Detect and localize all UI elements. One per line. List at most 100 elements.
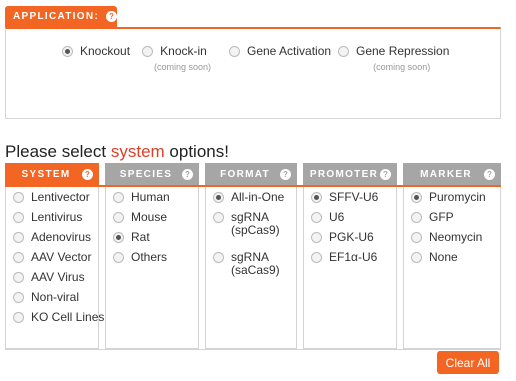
option-item[interactable]: KO Cell Lines — [13, 311, 104, 331]
option-label: Puromycin — [429, 190, 486, 204]
option-item[interactable]: Neomycin — [411, 231, 486, 251]
radio-button[interactable] — [13, 312, 24, 323]
option-label: PGK-U6 — [329, 230, 374, 244]
option-item[interactable]: None — [411, 251, 486, 271]
application-panel — [5, 27, 501, 119]
radio-button[interactable] — [311, 212, 322, 223]
tab-species[interactable]: SPECIES? — [105, 163, 199, 185]
option-item[interactable]: AAV Virus — [13, 271, 104, 291]
radio-button[interactable] — [411, 212, 422, 223]
help-icon[interactable]: ? — [484, 168, 495, 180]
option-label: All-in-One — [231, 190, 285, 204]
option-item[interactable]: Human — [113, 191, 170, 211]
help-icon[interactable]: ? — [280, 168, 291, 180]
help-icon[interactable]: ? — [182, 168, 193, 180]
option-label: Mouse — [131, 210, 168, 224]
radio-button[interactable] — [213, 192, 224, 203]
option-item[interactable]: PGK-U6 — [311, 231, 378, 251]
heading-prefix: Please select — [5, 142, 111, 161]
option-label: AAV Virus — [31, 270, 85, 284]
option-label: Lentivirus — [31, 210, 83, 224]
application-tab: APPLICATION: ? — [5, 6, 117, 27]
application-option[interactable]: Gene Activation — [229, 44, 331, 58]
option-item[interactable]: AAV Vector — [13, 251, 104, 271]
application-option[interactable]: Knock-in (coming soon) — [138, 44, 211, 72]
tab-format[interactable]: FORMAT? — [205, 163, 297, 185]
option-item[interactable]: sgRNA (saCas9) — [213, 251, 284, 291]
radio-button[interactable] — [311, 192, 322, 203]
tab-promoter[interactable]: PROMOTER? — [303, 163, 397, 185]
option-item[interactable]: Rat — [113, 231, 170, 251]
radio-button[interactable] — [311, 232, 322, 243]
option-item[interactable]: Lentivirus — [13, 211, 104, 231]
option-list: All-in-One sgRNA (spCas9) sgRNA (saCas9) — [213, 191, 284, 291]
option-item[interactable]: Non-viral — [13, 291, 104, 311]
option-list: Puromycin GFP Neomycin None — [411, 191, 486, 271]
clear-all-button[interactable]: Clear All — [437, 351, 499, 374]
option-label: Adenovirus — [31, 230, 92, 244]
option-item[interactable]: Lentivector — [13, 191, 104, 211]
option-label: sgRNA (saCas9) — [231, 250, 280, 277]
option-item[interactable]: Adenovirus — [13, 231, 104, 251]
help-icon[interactable]: ? — [82, 168, 93, 180]
radio-button[interactable] — [311, 252, 322, 263]
option-item[interactable]: All-in-One — [213, 191, 284, 211]
help-icon[interactable]: ? — [380, 168, 391, 180]
column-title: FORMAT — [220, 168, 270, 180]
column-title: PROMOTER — [309, 168, 379, 180]
radio-button[interactable] — [142, 45, 154, 57]
column-title: SPECIES — [119, 168, 173, 180]
radio-button[interactable] — [113, 212, 124, 223]
option-label: U6 — [329, 210, 345, 224]
tab-marker[interactable]: MARKER? — [403, 163, 501, 185]
option-item[interactable]: Mouse — [113, 211, 170, 231]
radio-button[interactable] — [62, 45, 73, 57]
option-item[interactable]: U6 — [311, 211, 378, 231]
radio-button[interactable] — [13, 272, 24, 283]
option-label: None — [429, 250, 458, 264]
heading-accent: system — [110, 142, 165, 161]
radio-button[interactable] — [411, 192, 422, 203]
option-label: GFP — [429, 210, 454, 224]
tab-system[interactable]: SYSTEM? — [5, 163, 99, 185]
option-label: Rat — [131, 230, 150, 244]
application-option-label: Gene Repression — [356, 44, 450, 58]
application-option[interactable]: Knockout — [62, 44, 130, 58]
coming-soon-note: (coming soon) — [154, 62, 212, 72]
option-item[interactable]: Others — [113, 251, 170, 271]
heading-suffix: options! — [164, 142, 229, 161]
radio-button[interactable] — [13, 252, 24, 263]
option-list: Human Mouse Rat Others — [113, 191, 170, 271]
radio-button[interactable] — [13, 212, 24, 223]
option-label: Lentivector — [31, 190, 90, 204]
option-list: Lentivector Lentivirus Adenovirus AAV Vecto… — [13, 191, 104, 331]
radio-button[interactable] — [229, 45, 240, 57]
option-label: EF1α-U6 — [329, 250, 378, 264]
radio-button[interactable] — [13, 232, 24, 243]
option-item[interactable]: GFP — [411, 211, 486, 231]
option-item[interactable]: Puromycin — [411, 191, 486, 211]
option-label: Neomycin — [429, 230, 483, 244]
radio-button[interactable] — [113, 192, 124, 203]
radio-button[interactable] — [113, 232, 124, 243]
radio-button[interactable] — [113, 252, 124, 263]
radio-button[interactable] — [13, 192, 24, 203]
coming-soon-note: (coming soon) — [373, 62, 431, 72]
radio-button[interactable] — [13, 292, 24, 303]
option-label: AAV Vector — [31, 250, 92, 264]
option-label: Non-viral — [31, 290, 80, 304]
option-item[interactable]: SFFV-U6 — [311, 191, 378, 211]
option-label: KO Cell Lines — [31, 310, 105, 324]
radio-button[interactable] — [213, 212, 224, 223]
option-label: Human — [131, 190, 170, 204]
column-title: MARKER — [420, 168, 472, 180]
radio-button[interactable] — [411, 232, 422, 243]
radio-button[interactable] — [338, 45, 349, 57]
application-option[interactable]: Gene Repression (coming soon) — [338, 44, 449, 72]
option-item[interactable]: sgRNA (spCas9) — [213, 211, 284, 251]
help-icon[interactable]: ? — [105, 11, 117, 22]
application-title: APPLICATION: — [13, 11, 99, 22]
radio-button[interactable] — [213, 252, 224, 263]
option-item[interactable]: EF1α-U6 — [311, 251, 378, 271]
radio-button[interactable] — [411, 252, 422, 263]
